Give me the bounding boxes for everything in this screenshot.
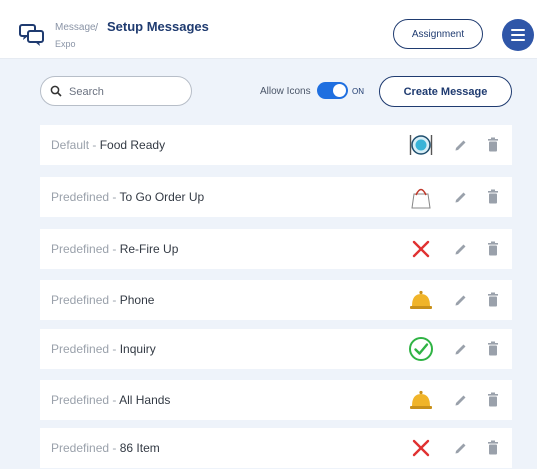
message-separator: - [109,441,120,455]
delete-trash-icon[interactable] [487,137,499,152]
message-name: Phone [119,293,155,307]
message-row[interactable]: Predefined - All Hands [40,380,512,420]
delete-trash-icon[interactable] [487,440,499,455]
search-input[interactable] [67,82,186,102]
delete-trash-icon[interactable] [487,392,499,407]
edit-pencil-icon[interactable] [454,393,468,407]
message-type: Predefined [51,293,110,307]
toggle-state-label: ON [352,87,364,96]
message-label: Predefined - To Go Order Up [51,190,204,204]
message-row[interactable]: Predefined - Phone [40,280,512,320]
service-bell-icon [410,390,432,409]
message-row[interactable]: Predefined - Inquiry [40,329,512,369]
messages-logo-icon [19,24,44,46]
message-separator: - [109,293,120,307]
breadcrumb-separator: / [95,22,99,34]
edit-pencil-icon[interactable] [454,138,468,152]
message-type: Predefined [51,393,110,407]
message-name: All Hands [119,393,171,407]
message-separator: - [109,342,120,356]
to-go-bag-icon [411,188,431,209]
message-name: To Go Order Up [119,190,205,204]
message-type: Default [51,138,90,152]
message-name: Re-Fire Up [119,242,179,256]
message-label: Predefined - Inquiry [51,342,156,356]
edit-pencil-icon[interactable] [454,441,468,455]
message-name: Inquiry [119,342,156,356]
food-plate-icon [409,135,433,155]
app-header: Message / Setup Messages Expo Assignment [0,0,537,59]
message-separator: - [89,138,100,152]
message-row[interactable]: Predefined - Re-Fire Up [40,229,512,269]
message-separator: - [109,190,120,204]
search-icon [50,85,62,97]
message-type: Predefined [51,242,110,256]
delete-trash-icon[interactable] [487,341,499,356]
message-label: Predefined - 86 Item [51,441,160,455]
assignment-button[interactable]: Assignment [393,19,483,49]
red-x-icon [412,240,430,258]
breadcrumb-message[interactable]: Message [55,22,96,33]
message-label: Predefined - All Hands [51,393,170,407]
edit-pencil-icon[interactable] [454,342,468,356]
main-content: Allow Icons ON Create Message Default - … [0,59,537,469]
delete-trash-icon[interactable] [487,292,499,307]
toggle-knob [333,84,346,97]
menu-button[interactable] [502,19,534,51]
create-message-button[interactable]: Create Message [379,76,512,107]
allow-icons-label: Allow Icons [260,86,311,97]
message-label: Default - Food Ready [51,138,165,152]
edit-pencil-icon[interactable] [454,190,468,204]
message-separator: - [109,393,120,407]
hamburger-menu-icon [511,29,525,41]
message-type: Predefined [51,441,110,455]
service-bell-icon [410,290,432,309]
message-label: Predefined - Re-Fire Up [51,242,178,256]
edit-pencil-icon[interactable] [454,242,468,256]
message-name: Food Ready [99,138,166,152]
search-box[interactable] [40,76,192,106]
message-type: Predefined [51,190,110,204]
message-row[interactable]: Default - Food Ready [40,125,512,165]
red-x-icon [412,439,430,457]
edit-pencil-icon[interactable] [454,293,468,307]
message-label: Predefined - Phone [51,293,154,307]
allow-icons-toggle[interactable] [317,82,348,99]
message-row[interactable]: Predefined - To Go Order Up [40,177,512,217]
delete-trash-icon[interactable] [487,189,499,204]
delete-trash-icon[interactable] [487,241,499,256]
page-title: Setup Messages [107,19,209,34]
message-type: Predefined [51,342,110,356]
message-separator: - [109,242,120,256]
green-check-icon [409,337,433,361]
page-subtitle: Expo [55,39,76,49]
message-row[interactable]: Predefined - 86 Item [40,428,512,468]
message-name: 86 Item [119,441,160,455]
